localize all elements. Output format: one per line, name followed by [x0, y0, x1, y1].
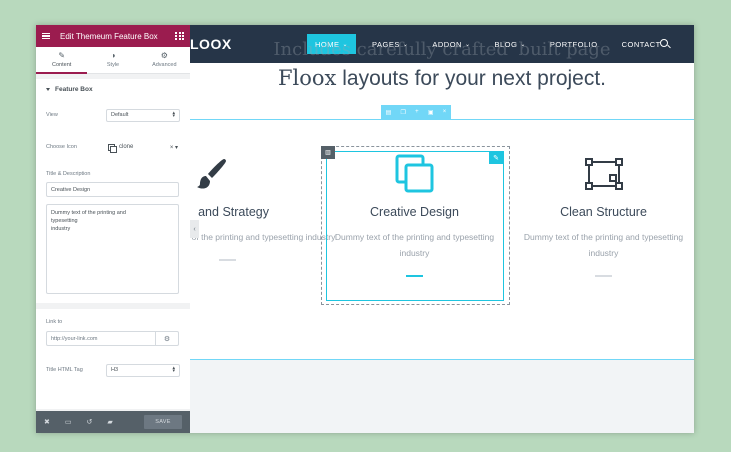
- save-button[interactable]: SAVE: [144, 415, 182, 429]
- view-select[interactable]: Default ▴ ▾: [106, 108, 180, 122]
- title-description-label: Title & Description: [46, 171, 91, 177]
- tab-advanced[interactable]: ⚙ Advanced: [139, 47, 190, 73]
- section-settings-icon[interactable]: ▤: [386, 109, 392, 116]
- feature-description: Dummy text of the printing and typesetti…: [523, 232, 684, 258]
- section-toggle-feature-box[interactable]: Feature Box: [36, 79, 190, 99]
- link-options-gear-icon[interactable]: ⚙: [156, 332, 178, 345]
- clone-icon: [320, 150, 509, 198]
- feature-divider: [219, 259, 236, 261]
- title-tag-select[interactable]: H3 ▴ ▾: [106, 363, 180, 377]
- contrast-icon: ◑: [110, 51, 116, 60]
- link-label: Link to: [46, 319, 63, 325]
- icon-select[interactable]: clone × ▾: [106, 141, 180, 154]
- page-headline: Floox layouts for your next project.: [277, 66, 607, 90]
- feature-description: Dummy text of the printing and typesetti…: [334, 232, 495, 258]
- choose-icon-control: Choose Icon clone × ▾: [46, 139, 180, 155]
- section-border: [190, 119, 694, 120]
- feature-divider: [406, 275, 423, 277]
- widgets-grid-icon[interactable]: [175, 31, 184, 41]
- feature-title: Creative Design: [370, 205, 459, 219]
- folder-icon[interactable]: ▰: [107, 418, 112, 426]
- link-input[interactable]: http://your-link.com: [47, 332, 156, 345]
- headline-faded: Includes carefully crafted 'built page: [273, 39, 611, 60]
- panel-footer: ✖ ▭ ↺ ▰ SAVE: [36, 411, 190, 433]
- caret-down-icon: [46, 87, 50, 91]
- save-icon[interactable]: ▣: [428, 109, 434, 116]
- feature-title: Clean Structure: [560, 205, 647, 219]
- content-controls: View Default ▴ ▾ Choose Icon clone × ▾ Tit…: [36, 99, 190, 303]
- vector-square-icon: [509, 150, 698, 198]
- history-icon[interactable]: ↺: [87, 418, 93, 426]
- link-controls: Link to http://your-link.com ⚙ Title HTM…: [36, 309, 190, 409]
- panel-header: Edit Themeum Feature Box: [36, 25, 190, 47]
- select-arrows-icon: ▴ ▾: [172, 365, 175, 374]
- gear-icon: ⚙: [160, 51, 168, 60]
- panel-tabs: ✎ Content ◑ Style ⚙ Advanced: [36, 47, 190, 74]
- clear-caret-icon[interactable]: × ▾: [170, 144, 178, 151]
- add-icon[interactable]: +: [415, 109, 419, 115]
- editor-panel: Edit Themeum Feature Box ✎ Content ◑ Style…: [36, 25, 190, 433]
- tab-style[interactable]: ◑ Style: [87, 47, 138, 73]
- feature-box-structure[interactable]: Clean Structure Dummy text of the printi…: [509, 150, 698, 277]
- panel-title: Edit Themeum Feature Box: [60, 31, 158, 41]
- close-icon[interactable]: ×: [443, 109, 447, 115]
- link-field: http://your-link.com ⚙: [46, 331, 179, 346]
- description-textarea[interactable]: Dummy text of the printing and typesetti…: [46, 204, 179, 294]
- responsive-desktop-icon[interactable]: ▭: [65, 418, 72, 426]
- title-input[interactable]: Creative Design: [46, 182, 179, 197]
- tab-content[interactable]: ✎ Content: [36, 47, 88, 74]
- close-panel-icon[interactable]: ✖: [44, 418, 50, 426]
- next-section: [190, 360, 694, 433]
- pencil-icon: ✎: [58, 51, 66, 60]
- feature-divider: [595, 275, 612, 277]
- menu-icon[interactable]: [42, 32, 50, 40]
- duplicate-icon[interactable]: ❐: [401, 109, 406, 116]
- select-arrows-icon: ▴ ▾: [172, 110, 175, 119]
- title-tag-control: Title HTML Tag H3 ▴ ▾: [46, 362, 180, 378]
- feature-box-creative[interactable]: Creative Design Dummy text of the printi…: [320, 150, 509, 277]
- view-control: View Default ▴ ▾: [46, 107, 180, 123]
- section-toolbar: ▤ ❐ + ▣ ×: [381, 105, 451, 119]
- clone-icon: [108, 143, 117, 153]
- collapse-panel-icon[interactable]: ‹: [190, 220, 199, 238]
